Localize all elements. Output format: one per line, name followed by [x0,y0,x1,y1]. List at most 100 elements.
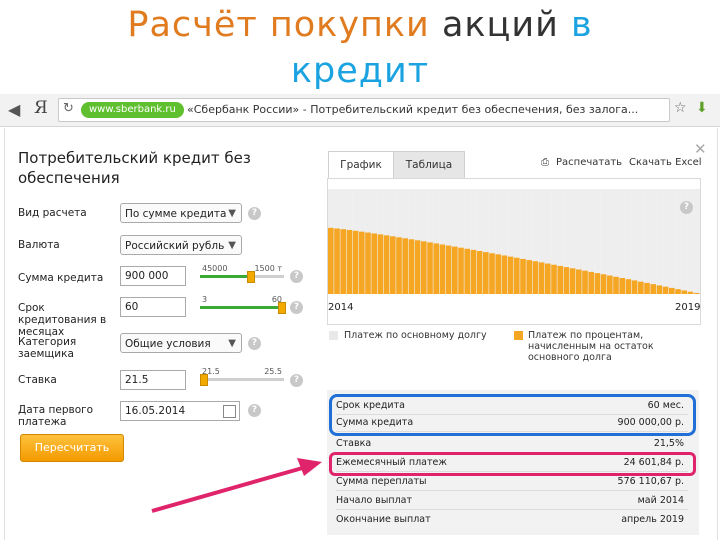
download-icon[interactable]: ⬇ [696,100,708,116]
interest-bar [576,269,582,294]
amount-input[interactable]: 900 000 [120,266,186,286]
interest-bar [489,253,495,294]
principal-bar [693,189,700,294]
title-part-2: акций [441,5,559,45]
chart-svg [328,189,700,294]
help-icon[interactable]: ? [290,374,303,387]
legend-swatch-interest [514,331,523,340]
highlight-monthly-payment [329,452,696,476]
interest-bar [377,234,384,294]
interest-bar [569,268,576,294]
address-bar[interactable]: ↻ www.sberbank.ru «Сбербанк России» - По… [58,98,670,122]
tab-graph[interactable]: График [328,151,394,178]
interest-bar [427,242,433,294]
principal-bar [656,189,663,294]
interest-bar [656,285,663,294]
interest-bar [557,265,563,294]
legend-principal: Платеж по основному долгу [344,330,487,341]
interest-bar [390,236,396,294]
interest-bar [501,255,508,294]
refresh-icon[interactable]: ↻ [63,101,74,116]
interest-bar [607,275,613,294]
help-icon[interactable]: ? [248,404,261,417]
rate-max: 25.5 [264,367,282,376]
interest-bar [669,287,675,294]
highlight-term-amount [329,394,696,436]
domain-pill[interactable]: www.sberbank.ru [81,102,184,118]
category-value: Общие условия [125,338,211,350]
amount-slider[interactable]: 45000 1500 т [200,264,284,283]
interest-bar [588,271,594,294]
yandex-logo[interactable]: Я [34,98,48,118]
chevron-down-icon: ▼ [228,208,236,219]
legend-swatch-principal [329,331,338,340]
principal-bar [662,189,669,294]
result-value: апрель 2019 [621,514,684,525]
interest-bar [545,263,551,294]
term-input[interactable]: 60 [120,297,186,317]
interest-bar [346,229,353,294]
x-end-label: 2019 [675,302,701,313]
result-value: 21,5% [653,438,684,449]
interest-bar [662,286,669,294]
tab-table[interactable]: Таблица [393,151,465,179]
slider-handle[interactable] [278,302,286,314]
interest-bar [340,229,346,294]
interest-bar [352,230,359,294]
help-icon[interactable]: ? [248,337,261,350]
interest-bar [619,277,625,294]
help-icon[interactable]: ? [290,270,303,283]
calendar-icon[interactable] [223,405,236,418]
calc-type-select[interactable]: По сумме кредита ▼ [120,203,242,223]
help-icon[interactable]: ? [290,301,303,314]
interest-bar [600,274,607,294]
calc-type-value: По сумме кредита [125,208,227,220]
interest-bar [408,239,415,294]
interest-bar [594,273,601,294]
print-link[interactable]: Распечатать [556,157,622,168]
print-icon[interactable]: ⎙ [541,157,549,168]
interest-bar [334,228,340,294]
principal-bar [650,189,657,294]
interest-bar [638,281,644,294]
result-value: 576 110,67 р. [617,476,684,487]
star-icon[interactable]: ☆ [674,100,687,116]
help-icon[interactable]: ? [248,207,261,220]
first-payment-input[interactable]: 16.05.2014 [120,401,240,421]
rate-slider[interactable]: 21.5 25.5 [200,367,284,386]
interest-bar [563,267,570,294]
category-select[interactable]: Общие условия ▼ [120,333,242,353]
result-value: май 2014 [637,495,684,506]
slider-handle[interactable] [200,374,208,386]
interest-bar [421,241,427,294]
slider-handle[interactable] [246,271,255,283]
interest-bar [464,248,470,294]
result-label: Окончание выплат [336,514,431,525]
rate-input[interactable]: 21.5 [120,370,186,390]
currency-value: Российский рубль [125,240,225,252]
currency-select[interactable]: Российский рубль ▼ [120,235,242,255]
excel-link[interactable]: Скачать Excel [629,157,702,168]
interest-bar [538,262,545,294]
result-label: Сумма переплаты [336,476,427,487]
slider-track [200,378,284,381]
result-label: Начало выплат [336,495,413,506]
interest-bar [551,264,557,294]
back-icon[interactable]: ◀ [8,100,20,119]
title-part-3: в [571,5,593,45]
recalculate-button[interactable]: Пересчитать [20,434,124,462]
form-title: Потребительский кредит без обеспечения [18,149,251,187]
interest-bar [507,256,514,294]
help-icon[interactable]: ? [680,201,693,214]
interest-bar [693,292,700,294]
currency-label: Валюта [18,239,60,251]
interest-bar [483,252,489,294]
term-label: Срок кредитования в месяцах [18,302,107,338]
result-row-rate: Ставка 21,5% [336,436,688,453]
interest-bar [470,249,477,294]
amount-min: 45000 [202,264,228,273]
close-icon[interactable]: ✕ [694,140,707,158]
principal-bar [644,189,651,294]
term-slider[interactable]: 3 60 [200,295,286,314]
x-start-label: 2014 [328,302,354,313]
